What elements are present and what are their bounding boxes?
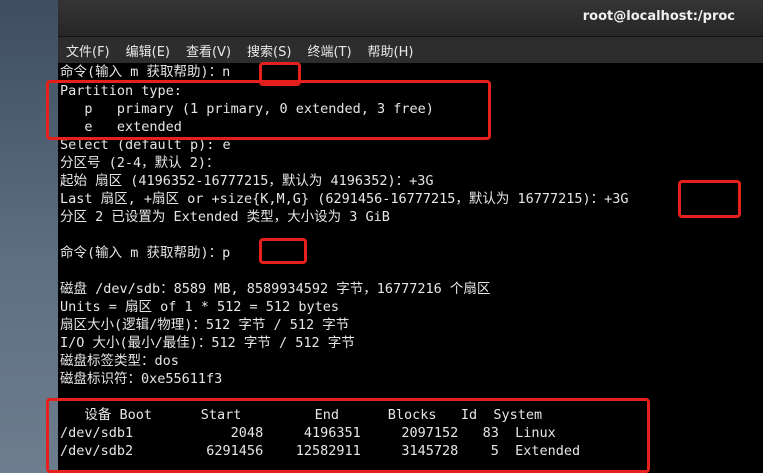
terminal-line: 命令(输入 m 获取帮助)：n	[60, 64, 231, 80]
terminal-line: 分区 2 已设置为 Extended 类型，大小设为 3 GiB	[60, 209, 390, 225]
menu-bar: 文件(F) 编辑(E) 查看(V) 搜索(S) 终端(T) 帮助(H)	[58, 37, 763, 63]
menu-file[interactable]: 文件(F)	[66, 41, 110, 60]
highlight-partition-type	[46, 80, 491, 140]
menu-search[interactable]: 搜索(S)	[247, 41, 291, 60]
terminal-line: 起始 扇区 (4196352-16777215，默认为 4196352)：+3G	[60, 173, 434, 189]
terminal-line: Last 扇区, +扇区 or +size{K,M,G} (6291456-16…	[60, 191, 629, 207]
terminal-window: root@localhost:/proc 文件(F) 编辑(E) 查看(V) 搜…	[46, 0, 763, 473]
menu-edit[interactable]: 编辑(E)	[126, 41, 170, 60]
terminal-line: 扇区大小(逻辑/物理)：512 字节 / 512 字节	[60, 317, 350, 333]
window-title: root@localhost:/proc	[582, 9, 735, 24]
terminal-line: 命令(输入 m 获取帮助)：p	[60, 245, 231, 261]
terminal-line: I/O 大小(最小/最佳)：512 字节 / 512 字节	[60, 335, 355, 351]
terminal-line: 磁盘 /dev/sdb：8589 MB, 8589934592 字节，16777…	[60, 281, 491, 297]
terminal-line: 磁盘标识符：0xe55611f3	[60, 371, 223, 387]
terminal-line: 分区号 (2-4，默认 2)：	[60, 155, 220, 171]
terminal-line: 磁盘标签类型：dos	[60, 353, 179, 369]
highlight-partition-table	[46, 398, 650, 473]
menu-help[interactable]: 帮助(H)	[368, 41, 414, 60]
terminal-line: Units = 扇区 of 1 * 512 = 512 bytes	[60, 299, 339, 315]
menu-view[interactable]: 查看(V)	[186, 41, 231, 60]
highlight-command-p	[259, 238, 307, 264]
title-bar[interactable]: root@localhost:/proc	[58, 0, 763, 37]
menu-terminal[interactable]: 终端(T)	[307, 41, 351, 60]
highlight-last-sector-size	[678, 180, 741, 218]
